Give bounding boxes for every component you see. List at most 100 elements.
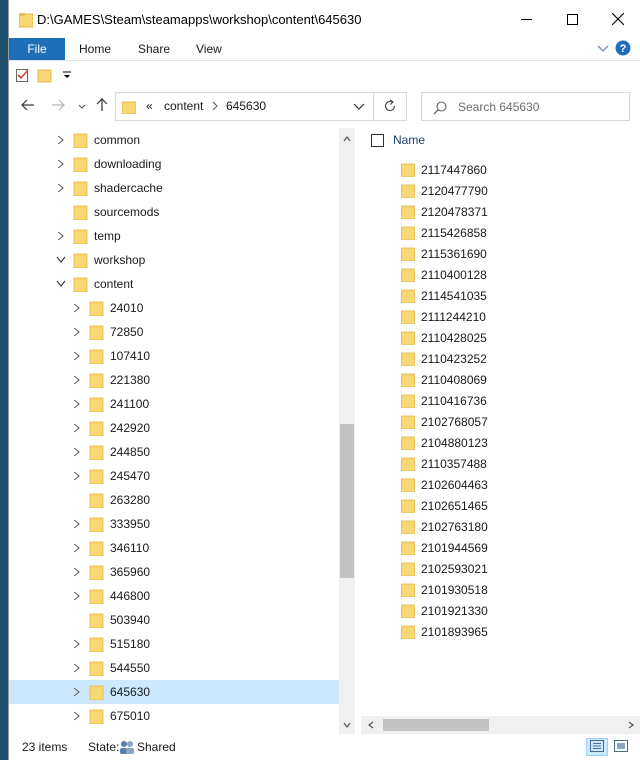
list-item[interactable]: 2102768057: [397, 412, 597, 433]
tree-item-333950[interactable]: 333950: [9, 512, 339, 536]
list-item[interactable]: 2111244210: [397, 307, 597, 328]
maximize-button[interactable]: [549, 0, 595, 38]
tree-item-675010[interactable]: 675010: [9, 704, 339, 728]
help-button[interactable]: ?: [615, 40, 631, 57]
new-folder-icon[interactable]: [37, 67, 53, 83]
list-item[interactable]: 2115361690: [397, 244, 597, 265]
minimize-button[interactable]: [503, 0, 549, 38]
file-list-scrollbar[interactable]: [361, 716, 640, 734]
tree-item-544550[interactable]: 544550: [9, 656, 339, 680]
chevron-down-icon[interactable]: [55, 278, 67, 290]
tree-item-workshop[interactable]: workshop: [9, 248, 339, 272]
list-item[interactable]: 2110408069: [397, 370, 597, 391]
navigation-pane-scrollbar[interactable]: [339, 128, 355, 734]
back-button[interactable]: [17, 96, 39, 116]
customize-quick-access-icon[interactable]: [59, 67, 75, 83]
chevron-right-icon[interactable]: [71, 710, 83, 722]
large-icons-view-button[interactable]: [610, 738, 632, 756]
tree-item-24010[interactable]: 24010: [9, 296, 339, 320]
tree-item-242920[interactable]: 242920: [9, 416, 339, 440]
list-item[interactable]: 2117447860: [397, 160, 597, 181]
list-item[interactable]: 2110423252: [397, 349, 597, 370]
chevron-right-icon[interactable]: [71, 374, 83, 386]
scroll-right-button[interactable]: [623, 717, 639, 733]
tree-item-241100[interactable]: 241100: [9, 392, 339, 416]
column-header-name[interactable]: Name: [393, 133, 425, 147]
breadcrumb-645630[interactable]: 645630: [226, 99, 266, 113]
forward-button[interactable]: [47, 96, 69, 116]
list-item[interactable]: 2101893965: [397, 622, 597, 643]
tree-item-107410[interactable]: 107410: [9, 344, 339, 368]
list-item[interactable]: 2102604463: [397, 475, 597, 496]
chevron-right-icon[interactable]: [71, 638, 83, 650]
chevron-right-icon[interactable]: [71, 470, 83, 482]
chevron-right-icon[interactable]: [55, 182, 67, 194]
list-item[interactable]: 2110428025: [397, 328, 597, 349]
address-overflow-button[interactable]: «: [146, 99, 153, 113]
list-item[interactable]: 2115426858: [397, 223, 597, 244]
chevron-right-icon[interactable]: [55, 158, 67, 170]
tree-item-244850[interactable]: 244850: [9, 440, 339, 464]
list-item[interactable]: 2104880123: [397, 433, 597, 454]
list-item[interactable]: 2110357488: [397, 454, 597, 475]
chevron-right-icon[interactable]: [71, 662, 83, 674]
tab-share[interactable]: Share: [138, 38, 170, 60]
tree-item-221380[interactable]: 221380: [9, 368, 339, 392]
refresh-button[interactable]: [378, 96, 402, 118]
expand-ribbon-button[interactable]: [595, 41, 611, 57]
breadcrumb-separator-icon[interactable]: [212, 100, 218, 114]
chevron-right-icon[interactable]: [71, 590, 83, 602]
list-item[interactable]: 2120477790: [397, 181, 597, 202]
chevron-right-icon[interactable]: [55, 230, 67, 242]
tree-item-downloading[interactable]: downloading: [9, 152, 339, 176]
tree-item-content[interactable]: content: [9, 272, 339, 296]
tree-item-346110[interactable]: 346110: [9, 536, 339, 560]
chevron-right-icon[interactable]: [71, 566, 83, 578]
tree-item-515180[interactable]: 515180: [9, 632, 339, 656]
scroll-thumb[interactable]: [340, 424, 354, 578]
list-item[interactable]: 2101944569: [397, 538, 597, 559]
chevron-right-icon[interactable]: [71, 446, 83, 458]
list-item[interactable]: 2110416736: [397, 391, 597, 412]
address-bar[interactable]: « content 645630: [115, 92, 407, 121]
chevron-right-icon[interactable]: [71, 302, 83, 314]
search-input[interactable]: [458, 97, 626, 117]
list-item[interactable]: 2110400128: [397, 265, 597, 286]
chevron-right-icon[interactable]: [71, 518, 83, 530]
chevron-right-icon[interactable]: [71, 422, 83, 434]
tree-item-sourcemods[interactable]: sourcemods: [9, 200, 339, 224]
tree-item-shadercache[interactable]: shadercache: [9, 176, 339, 200]
tab-view[interactable]: View: [196, 38, 222, 60]
chevron-right-icon[interactable]: [71, 686, 83, 698]
search-box[interactable]: [421, 92, 630, 121]
tree-item-263280[interactable]: 263280: [9, 488, 339, 512]
tree-item-temp[interactable]: temp: [9, 224, 339, 248]
tree-item-72850[interactable]: 72850: [9, 320, 339, 344]
tree-item-common[interactable]: common: [9, 128, 339, 152]
up-button[interactable]: [91, 96, 113, 116]
scroll-down-button[interactable]: [339, 716, 355, 732]
chevron-right-icon[interactable]: [71, 398, 83, 410]
scroll-left-button[interactable]: [363, 717, 379, 733]
list-item[interactable]: 2102763180: [397, 517, 597, 538]
list-item[interactable]: 2120478371: [397, 202, 597, 223]
scroll-up-button[interactable]: [339, 130, 355, 146]
scroll-thumb[interactable]: [383, 719, 489, 731]
properties-icon[interactable]: [15, 67, 31, 83]
tree-item-503940[interactable]: 503940: [9, 608, 339, 632]
close-button[interactable]: [595, 0, 640, 38]
tree-item-645630[interactable]: 645630: [9, 680, 339, 704]
recent-locations-button[interactable]: [71, 96, 93, 116]
list-item[interactable]: 2114541035: [397, 286, 597, 307]
list-item[interactable]: 2101930518: [397, 580, 597, 601]
tree-item-245470[interactable]: 245470: [9, 464, 339, 488]
chevron-right-icon[interactable]: [71, 542, 83, 554]
tree-item-446800[interactable]: 446800: [9, 584, 339, 608]
breadcrumb-content[interactable]: content: [164, 99, 203, 113]
chevron-down-icon[interactable]: [55, 254, 67, 266]
tab-home[interactable]: Home: [79, 38, 111, 60]
tab-file[interactable]: File: [9, 38, 65, 60]
chevron-right-icon[interactable]: [55, 134, 67, 146]
select-all-checkbox[interactable]: [371, 134, 384, 147]
details-view-button[interactable]: [586, 738, 608, 756]
